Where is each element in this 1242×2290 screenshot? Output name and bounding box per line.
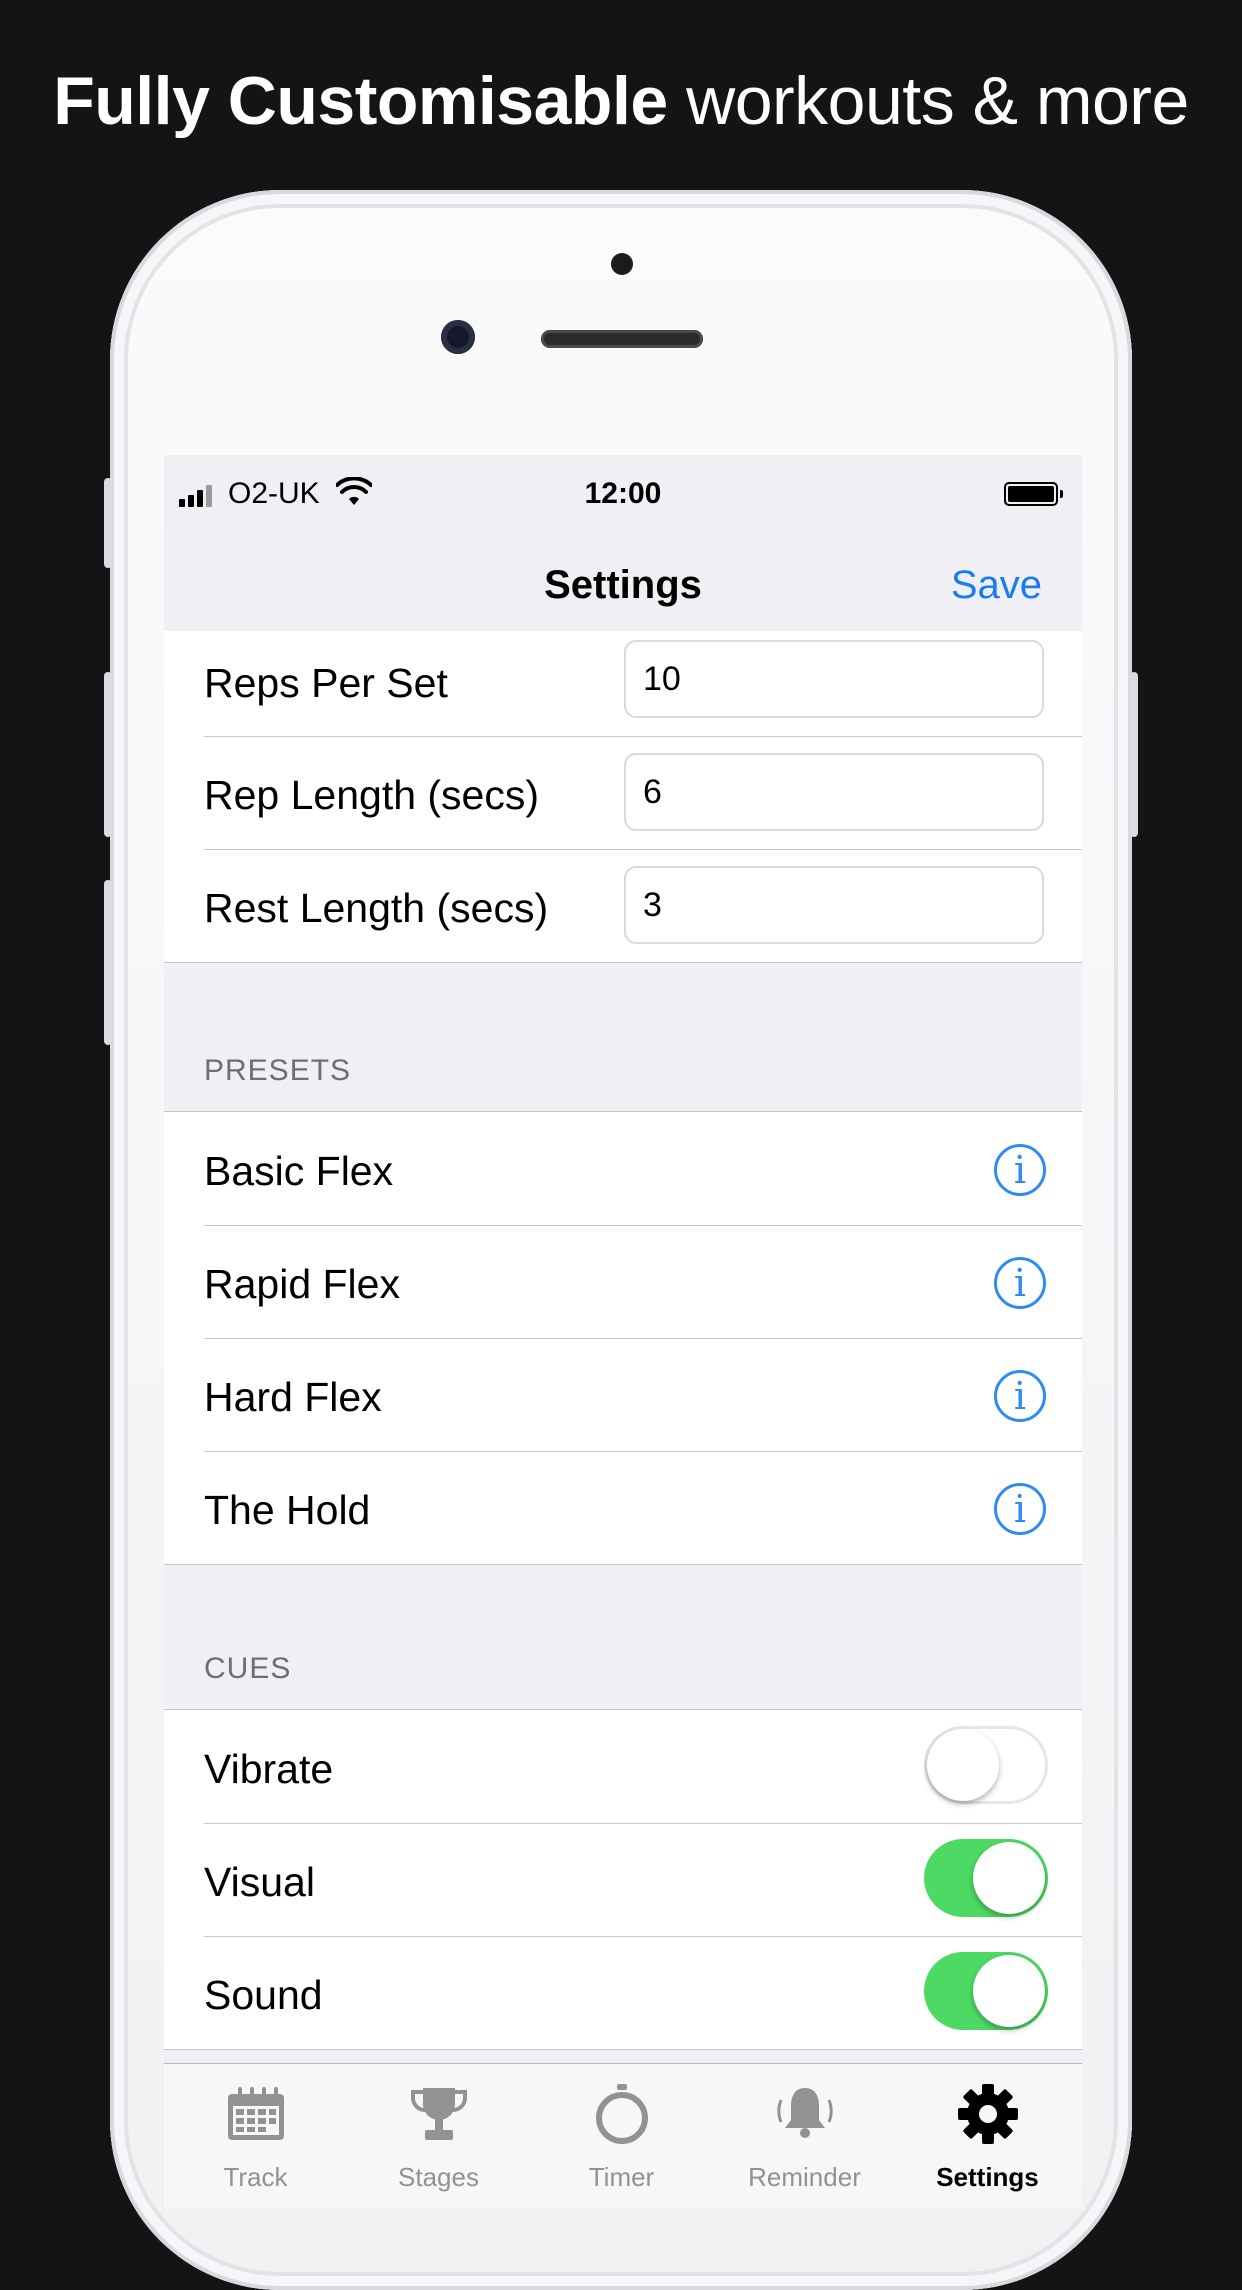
earpiece-speaker <box>541 330 703 348</box>
phone-volume-up <box>104 672 112 837</box>
info-icon[interactable]: i <box>994 1370 1046 1422</box>
tab-label: Settings <box>936 2162 1039 2192</box>
save-button[interactable]: Save <box>951 563 1042 608</box>
presets-section-header: PRESETS <box>204 1054 352 1087</box>
phone-mute-switch <box>104 478 112 568</box>
cues-group: Vibrate Visual Sound <box>164 1709 1082 2050</box>
battery-icon <box>1004 482 1063 506</box>
cue-row-vibrate: Vibrate <box>164 1710 1082 1823</box>
navigation-bar: Settings Save <box>164 535 1082 632</box>
app-screen: O2-UK 12:00 Settings Save Reps Per Set R… <box>164 455 1082 2208</box>
proximity-sensor <box>611 253 633 275</box>
tab-label: Track <box>223 2162 288 2192</box>
cue-label: Visual <box>204 1859 315 1905</box>
setting-row-rep-length: Rep Length (secs) <box>164 736 1082 849</box>
cue-row-sound: Sound <box>164 1936 1082 2049</box>
status-bar: O2-UK 12:00 <box>164 455 1082 535</box>
calendar-icon <box>228 2087 284 2140</box>
cue-label: Sound <box>204 1972 323 2018</box>
gear-icon <box>958 2084 1018 2144</box>
tab-track[interactable]: Track <box>164 2064 347 2194</box>
info-icon[interactable]: i <box>994 1257 1046 1309</box>
vibrate-toggle[interactable] <box>924 1726 1048 1804</box>
setting-row-reps-per-set: Reps Per Set <box>164 631 1082 736</box>
tab-timer[interactable]: Timer <box>530 2064 713 2194</box>
page-title: Settings <box>544 563 702 607</box>
phone-volume-down <box>104 880 112 1045</box>
preset-label: Hard Flex <box>204 1374 382 1420</box>
rep-length-field[interactable] <box>624 753 1044 831</box>
toggle-knob <box>927 1729 999 1801</box>
tab-bar: Track Stages Timer Reminder Settings <box>164 2063 1082 2208</box>
cue-label: Vibrate <box>204 1746 334 1792</box>
phone-power-button <box>1130 672 1138 837</box>
cue-row-visual: Visual <box>164 1823 1082 1936</box>
tab-label: Stages <box>398 2162 479 2192</box>
presets-group: Basic Flex i Rapid Flex i Hard Flex i Th… <box>164 1111 1082 1565</box>
preset-label: Rapid Flex <box>204 1261 400 1307</box>
toggle-knob <box>973 1842 1045 1914</box>
preset-row[interactable]: The Hold i <box>164 1451 1082 1564</box>
tab-stages[interactable]: Stages <box>347 2064 530 2194</box>
trophy-icon <box>411 2088 467 2140</box>
tab-settings[interactable]: Settings <box>896 2064 1079 2194</box>
setting-label: Rep Length (secs) <box>204 772 540 818</box>
toggle-knob <box>973 1955 1045 2027</box>
cues-section-header: CUES <box>204 1652 292 1685</box>
visual-toggle[interactable] <box>924 1839 1048 1917</box>
status-time: 12:00 <box>584 477 662 510</box>
preset-row[interactable]: Basic Flex i <box>164 1112 1082 1225</box>
preset-label: The Hold <box>204 1487 371 1533</box>
preset-label: Basic Flex <box>204 1148 394 1194</box>
setting-label: Rest Length (secs) <box>204 885 549 931</box>
setting-row-rest-length: Rest Length (secs) <box>164 849 1082 962</box>
stopwatch-icon <box>596 2084 648 2144</box>
tab-label: Timer <box>588 2162 655 2192</box>
info-icon[interactable]: i <box>994 1144 1046 1196</box>
reps-per-set-field[interactable] <box>624 640 1044 718</box>
setting-label: Reps Per Set <box>204 660 448 706</box>
sound-toggle[interactable] <box>924 1952 1048 2030</box>
workout-settings-group: Reps Per Set Rep Length (secs) Rest Leng… <box>164 631 1082 963</box>
info-icon[interactable]: i <box>994 1483 1046 1535</box>
headline-bold: Fully Customisable <box>53 63 668 139</box>
front-camera <box>441 320 475 354</box>
preset-row[interactable]: Rapid Flex i <box>164 1225 1082 1338</box>
headline: Fully Customisable workouts & more <box>0 62 1242 140</box>
rest-length-field[interactable] <box>624 866 1044 944</box>
tab-label: Reminder <box>748 2162 861 2192</box>
headline-light: workouts & more <box>686 63 1189 139</box>
bell-icon <box>777 2088 833 2138</box>
tab-reminder[interactable]: Reminder <box>713 2064 896 2194</box>
preset-row[interactable]: Hard Flex i <box>164 1338 1082 1451</box>
